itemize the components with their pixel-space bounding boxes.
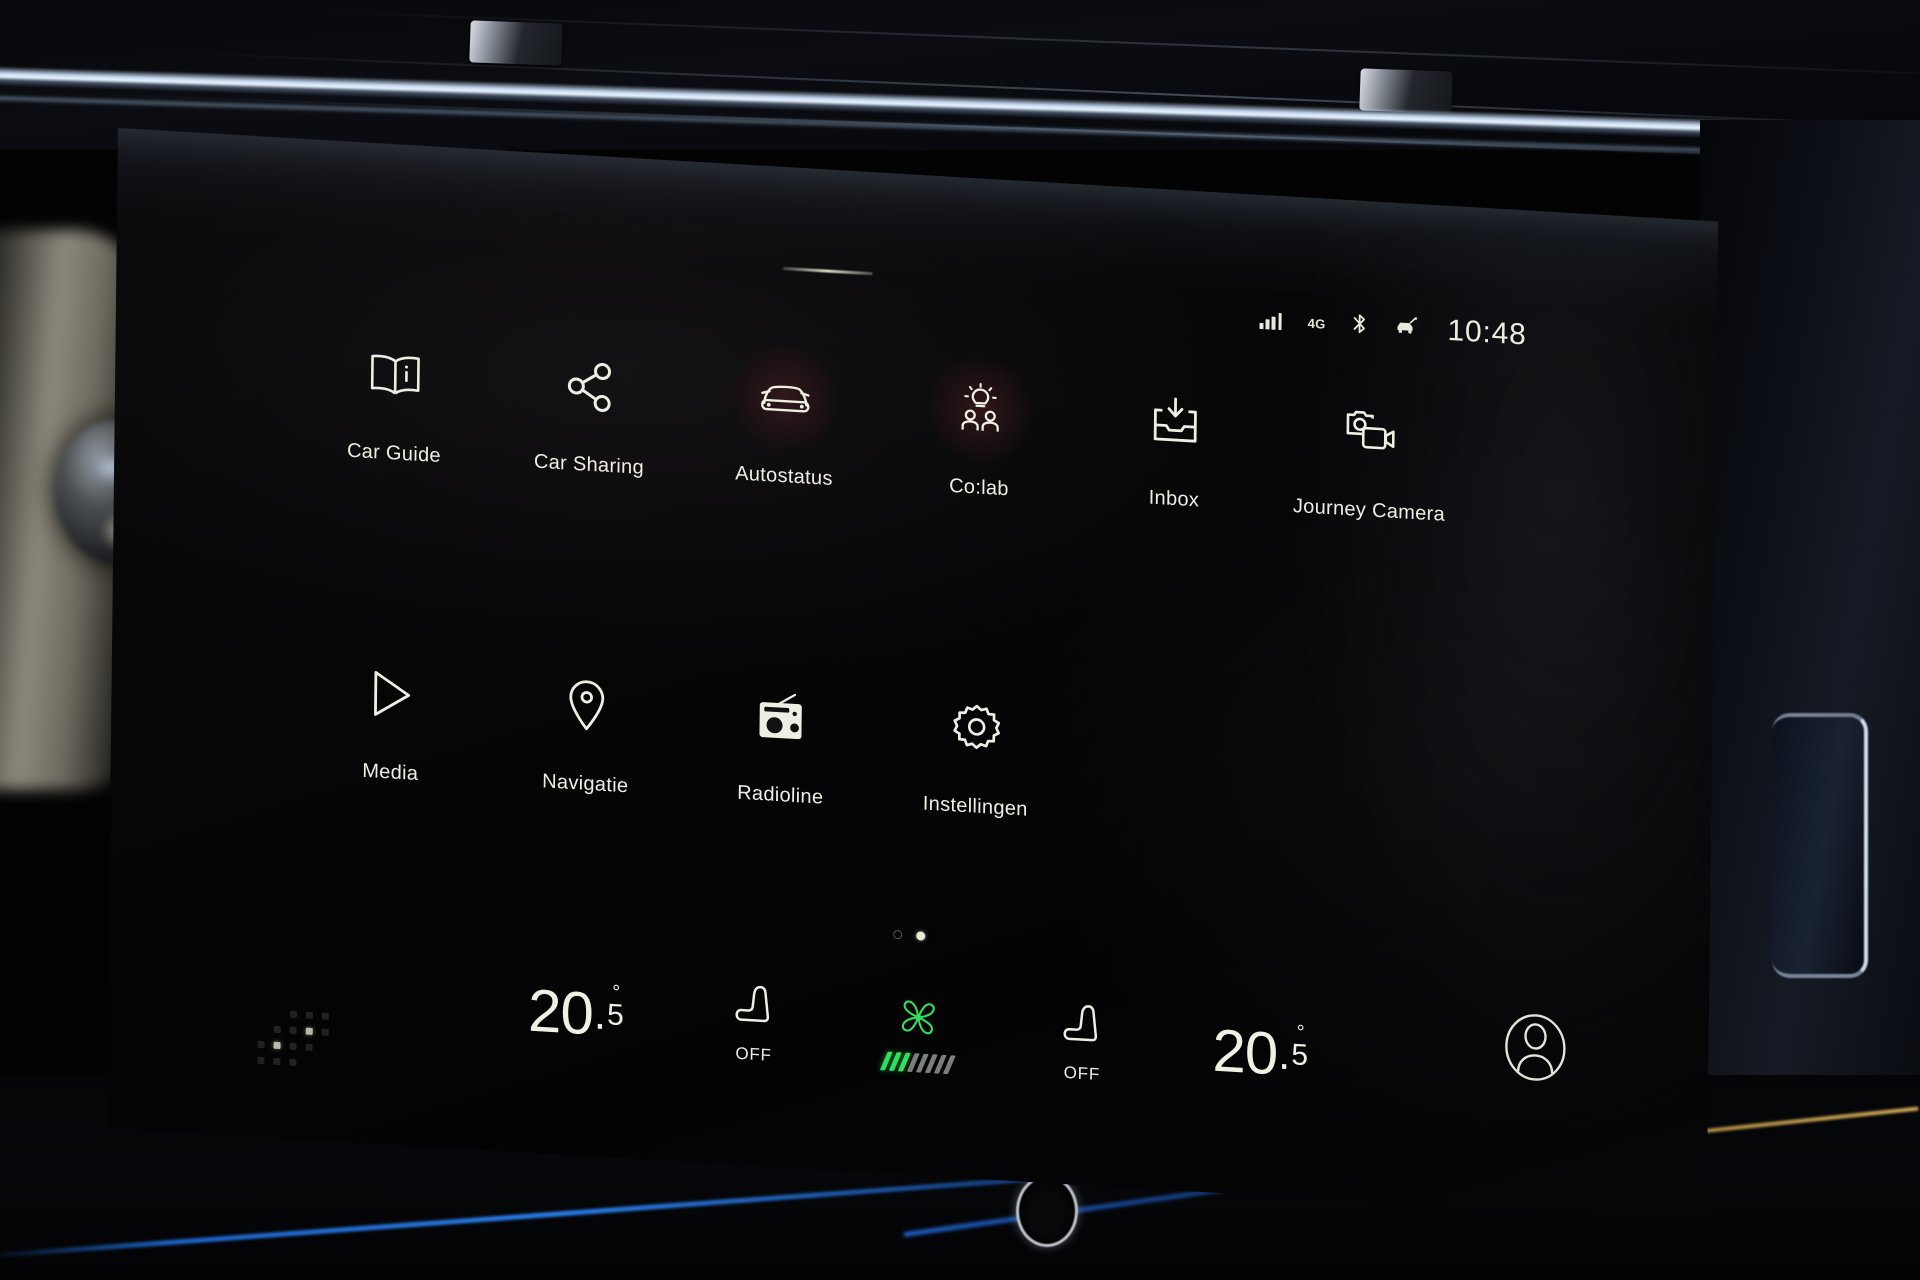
app-label: Inbox [1148,486,1200,512]
seat-heater-icon [1061,1001,1104,1060]
home-screen: 4G 10:48 Car Guide Car Sharing Autostatu… [106,128,1718,1222]
console-rotary-knob[interactable] [1016,1175,1078,1247]
app-grid-row-1: Car Guide Car Sharing Autostatus Co:lab … [296,329,1538,533]
seat-heater-state: OFF [1063,1062,1101,1085]
app-tile-autostatus[interactable]: Autostatus [686,351,883,493]
app-label: Autostatus [735,462,833,491]
passenger-temp-fraction: 5 [1291,1038,1309,1073]
photo-video-camera-icon [1328,389,1411,476]
network-type-label: 4G [1307,315,1326,332]
connected-car-icon [1393,314,1421,343]
bluetooth-icon [1351,312,1367,340]
share-nodes-icon [548,343,631,430]
app-tile-instellingen[interactable]: Instellingen [878,682,1075,824]
app-grid: Car Guide Car Sharing Autostatus Co:lab … [293,329,1538,852]
clock: 10:48 [1447,313,1527,352]
passenger-seat-heater-button[interactable]: OFF [1061,1001,1104,1085]
fan-level-indicator[interactable] [879,1050,956,1075]
fan-speed-control[interactable] [879,992,956,1075]
panel-drag-handle[interactable] [782,266,873,276]
app-tile-colab[interactable]: Co:lab [881,363,1078,505]
climate-control-bar: 20 . ° 5 OFF OFF 20 . ° 5 [527,951,1309,1117]
app-grid-row-2: Media Navigatie Radioline Instellingen [293,648,1535,852]
app-label: Journey Camera [1292,494,1446,526]
inbox-download-icon [1133,378,1216,465]
screen-glare-top [106,128,1718,318]
passenger-temperature-display[interactable]: 20 . ° 5 [1212,1016,1309,1088]
car-front-icon [743,355,826,442]
cellular-signal-icon [1259,311,1282,330]
gear-icon [935,685,1018,772]
seat-heater-state: OFF [735,1043,772,1065]
map-pin-icon [545,662,628,749]
status-bar: 4G 10:48 [1259,303,1527,353]
app-label: Instellingen [922,792,1028,821]
app-tile-inbox[interactable]: Inbox [1076,374,1273,516]
user-avatar-icon [1502,1014,1568,1090]
page-dot-1[interactable] [893,929,903,940]
driver-temperature-display[interactable]: 20 . ° 5 [527,976,625,1048]
screen-reflection-dot-pattern [257,997,336,1072]
passenger-temp-integer: 20 [1212,1016,1278,1088]
driver-temp-separator: . [593,989,606,1040]
app-tile-car-guide[interactable]: Car Guide [296,329,493,471]
right-air-vent [1772,713,1868,978]
app-tile-navigatie[interactable]: Navigatie [488,659,685,801]
play-triangle-icon [350,651,433,738]
vent-clip-right [1359,68,1453,114]
app-tile-car-sharing[interactable]: Car Sharing [491,340,688,482]
app-label: Navigatie [542,770,629,798]
app-label: Co:lab [949,474,1009,501]
vent-clip-left [469,20,563,66]
driver-seat-heater-button[interactable]: OFF [732,982,775,1066]
car-infotainment-photo: 4G 10:48 Car Guide Car Sharing Autostatu… [0,0,1920,1280]
app-tile-media[interactable]: Media [293,648,490,790]
app-tile-radioline[interactable]: Radioline [683,670,880,812]
app-label: Radioline [737,781,824,809]
app-label: Car Guide [346,439,441,468]
fan-blades-icon [893,993,944,1047]
infotainment-display: 4G 10:48 Car Guide Car Sharing Autostatu… [106,128,1718,1222]
driver-temp-integer: 20 [527,976,594,1048]
app-label: Car Sharing [533,450,645,479]
passenger-temp-separator: . [1277,1029,1290,1080]
seat-heater-icon [733,982,776,1041]
app-label: Media [362,759,419,785]
page-indicator[interactable] [893,929,926,941]
user-profile-button[interactable] [1502,1010,1569,1091]
driver-temp-fraction: 5 [606,998,625,1033]
lightbulb-people-icon [938,366,1021,453]
book-info-icon [353,332,436,419]
page-dot-2[interactable] [916,931,926,941]
app-tile-journey-camera[interactable]: Journey Camera [1271,386,1468,528]
radio-icon [740,674,823,761]
